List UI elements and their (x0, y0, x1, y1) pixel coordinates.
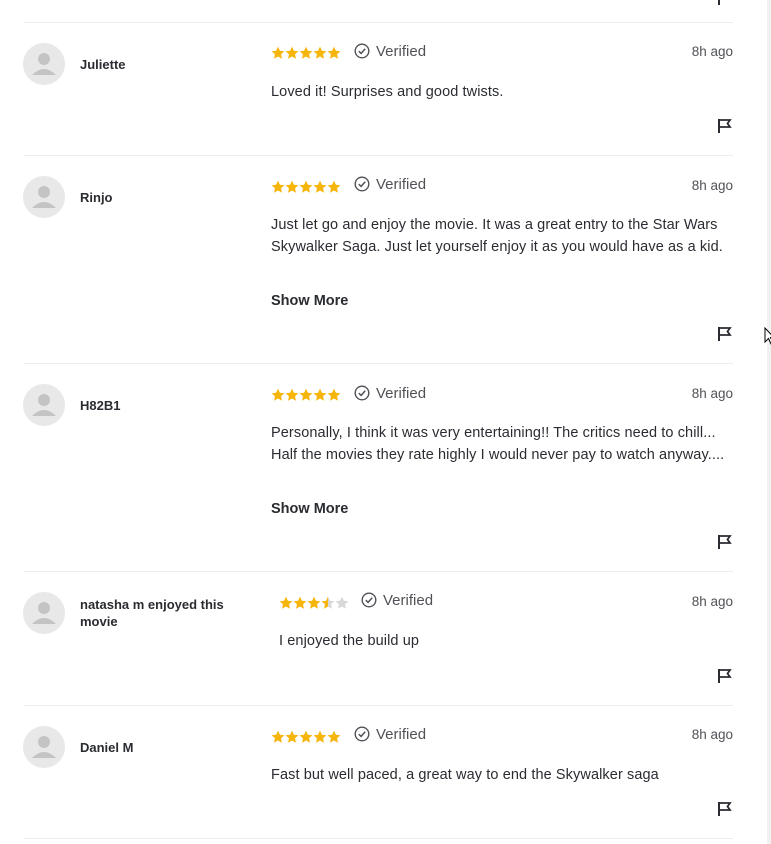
star-rating (271, 180, 341, 194)
avatar (23, 43, 65, 85)
star-icon (313, 388, 327, 401)
star-icon (299, 180, 313, 193)
star-icon (327, 388, 341, 401)
review-text: Loved it! Surprises and good twists. (271, 84, 504, 100)
avatar (23, 176, 65, 218)
user-name: Daniel M (80, 740, 134, 755)
avatar (23, 592, 65, 634)
verified-badge: Verified (354, 42, 426, 60)
divider (24, 22, 733, 23)
star-icon (299, 388, 313, 401)
verified-badge: Verified (354, 384, 426, 402)
person-silhouette-icon (32, 53, 56, 75)
review-time: 8h ago (691, 44, 733, 59)
user-name: Juliette (80, 57, 126, 72)
check-circle-icon (354, 385, 370, 401)
check-circle-icon (361, 592, 377, 608)
star-icon (285, 180, 299, 193)
verified-label: Verified (376, 384, 427, 402)
divider (24, 705, 733, 706)
star-icon (285, 730, 299, 743)
star-icon (293, 596, 307, 609)
star-icon (271, 180, 285, 193)
star-icon (271, 730, 285, 743)
show-more-button[interactable]: Show More (271, 293, 348, 309)
avatar (23, 384, 65, 426)
star-icon (313, 180, 327, 193)
mouse-cursor-icon (764, 327, 771, 345)
user-name: natasha m enjoyed this movie (80, 597, 224, 629)
star-rating (271, 730, 341, 744)
flag-icon[interactable] (717, 326, 732, 342)
user-name: H82B1 (80, 398, 121, 413)
review-time: 8h ago (691, 178, 733, 193)
verified-label: Verified (376, 42, 427, 60)
check-circle-icon (354, 176, 370, 192)
flag-icon[interactable] (717, 801, 732, 817)
star-icon (271, 46, 285, 59)
flag-icon[interactable] (717, 0, 732, 6)
star-icon (313, 46, 327, 59)
scrollbar-track[interactable] (767, 0, 771, 844)
divider (24, 571, 733, 572)
star-icon (327, 730, 341, 743)
verified-label: Verified (376, 175, 427, 193)
verified-badge: Verified (361, 591, 433, 609)
review-time: 8h ago (691, 386, 733, 401)
avatar (23, 726, 65, 768)
user-name: Rinjo (80, 190, 113, 205)
star-icon (299, 730, 313, 743)
person-silhouette-icon (32, 186, 56, 208)
verified-badge: Verified (354, 175, 426, 193)
star-icon (285, 388, 299, 401)
star-icon (279, 596, 293, 609)
person-silhouette-icon (32, 394, 56, 416)
verified-badge: Verified (354, 725, 426, 743)
review-text: Fast but well paced, a great way to end … (271, 767, 659, 783)
review-text: I enjoyed the build up (279, 633, 420, 649)
person-silhouette-icon (32, 736, 56, 758)
star-icon (271, 388, 285, 401)
review-text: Personally, I think it was very entertai… (271, 425, 725, 464)
flag-icon[interactable] (717, 118, 732, 134)
check-circle-icon (354, 43, 370, 59)
person-silhouette-icon (32, 602, 56, 624)
divider (24, 363, 733, 364)
divider (24, 838, 733, 839)
star-icon (321, 596, 335, 609)
verified-label: Verified (383, 591, 434, 609)
flag-icon[interactable] (717, 668, 732, 684)
flag-icon[interactable] (717, 534, 732, 550)
star-rating (271, 388, 341, 402)
star-icon (313, 730, 327, 743)
show-more-button[interactable]: Show More (271, 501, 348, 517)
star-rating (279, 596, 349, 610)
verified-label: Verified (376, 725, 427, 743)
check-circle-icon (354, 726, 370, 742)
divider (24, 155, 733, 156)
review-time: 8h ago (691, 727, 733, 742)
review-text: Just let go and enjoy the movie. It was … (271, 217, 723, 256)
star-icon (327, 180, 341, 193)
star-icon (335, 596, 349, 609)
star-icon (307, 596, 321, 609)
review-time: 8h ago (691, 594, 733, 609)
star-icon (327, 46, 341, 59)
star-rating (271, 46, 341, 60)
star-icon (299, 46, 313, 59)
star-icon (285, 46, 299, 59)
